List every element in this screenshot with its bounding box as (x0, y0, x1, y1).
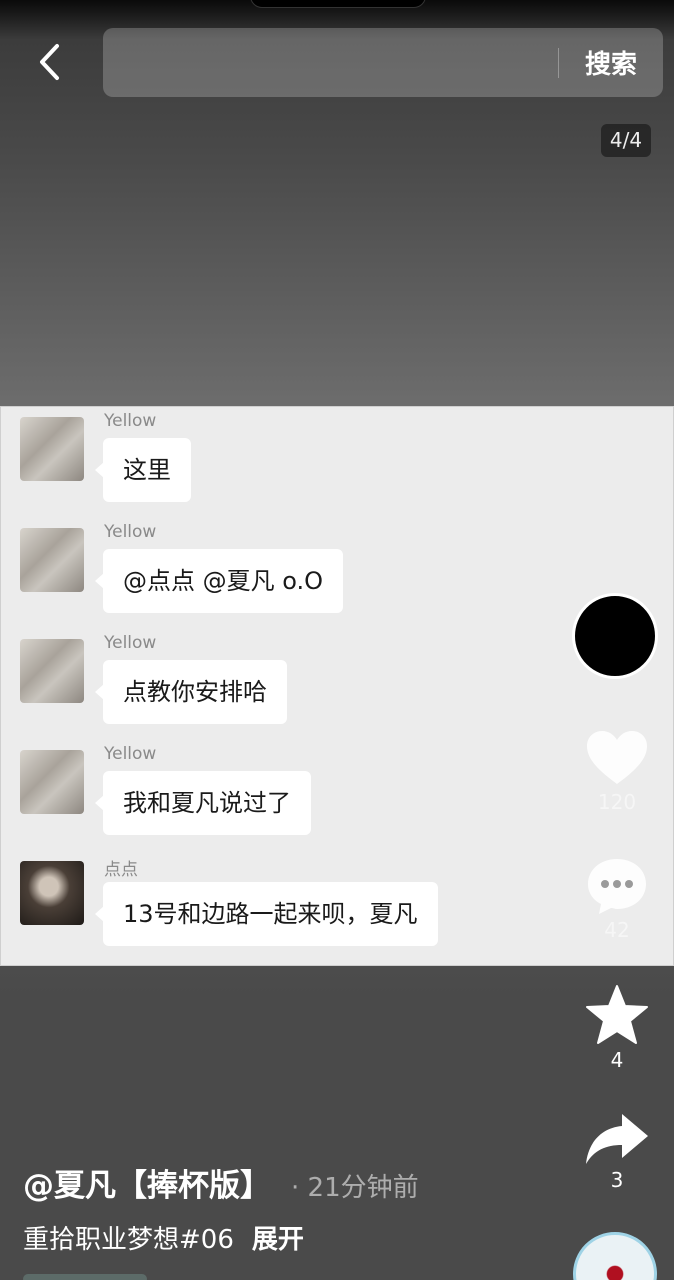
like-count: 120 (597, 790, 637, 814)
avatar (20, 750, 84, 814)
heart-icon (587, 731, 647, 784)
message-sender: Yellow (104, 411, 157, 431)
favorite-count: 4 (610, 1048, 624, 1072)
comment-button[interactable]: 42 (578, 856, 656, 942)
camera-notch (250, 0, 426, 8)
video-caption: @夏凡【捧杯版】 · 21分钟前 重拾职业梦想#06 展开 (23, 1160, 563, 1256)
like-button[interactable]: 120 (578, 728, 656, 814)
message-bubble: 这里 (95, 438, 191, 502)
post-description: 重拾职业梦想#06 (23, 1225, 234, 1255)
message-sender: Yellow (104, 744, 157, 764)
message-sender: 点点 (104, 860, 138, 880)
message-bubble: 点教你安排哈 (95, 660, 287, 724)
expand-button[interactable]: 展开 (252, 1219, 304, 1256)
search-button[interactable]: 搜索 (559, 44, 663, 81)
star-icon (586, 985, 648, 1044)
chat-screenshot-image: Yellow 这里 Yellow @点点 @夏凡 o.O Yellow 点教你安… (0, 406, 674, 966)
post-timestamp: · 21分钟前 (291, 1173, 419, 1203)
avatar (20, 528, 84, 592)
author-avatar[interactable] (572, 593, 658, 679)
avatar (20, 639, 84, 703)
chat-message: Yellow @点点 @夏凡 o.O (1, 518, 674, 628)
bottom-tag[interactable] (23, 1274, 147, 1280)
back-button[interactable] (30, 40, 70, 84)
avatar (20, 417, 84, 481)
comment-icon (588, 859, 646, 914)
music-disc[interactable] (573, 1232, 657, 1280)
chat-message: Yellow 这里 (1, 407, 674, 517)
search-bar: 搜索 (103, 28, 663, 97)
share-count: 3 (610, 1168, 624, 1192)
share-arrow-icon (586, 1114, 648, 1164)
search-input[interactable] (103, 28, 558, 97)
message-sender: Yellow (104, 522, 157, 542)
author-name[interactable]: @夏凡【捧杯版】 (23, 1160, 271, 1205)
chevron-left-icon (40, 44, 59, 80)
favorite-button[interactable]: 4 (578, 984, 656, 1072)
chat-message: 点点 13号和边路一起来呗，夏凡 (1, 851, 674, 961)
message-sender: Yellow (104, 633, 157, 653)
message-bubble: @点点 @夏凡 o.O (94, 549, 344, 613)
comment-count: 42 (604, 918, 630, 942)
chat-message: Yellow 我和夏凡说过了 (1, 740, 674, 850)
share-button[interactable]: 3 (578, 1112, 656, 1192)
avatar (20, 861, 84, 925)
page-indicator: 4/4 (601, 124, 651, 157)
message-bubble: 13号和边路一起来呗，夏凡 (95, 882, 438, 946)
message-bubble: 我和夏凡说过了 (95, 771, 311, 835)
